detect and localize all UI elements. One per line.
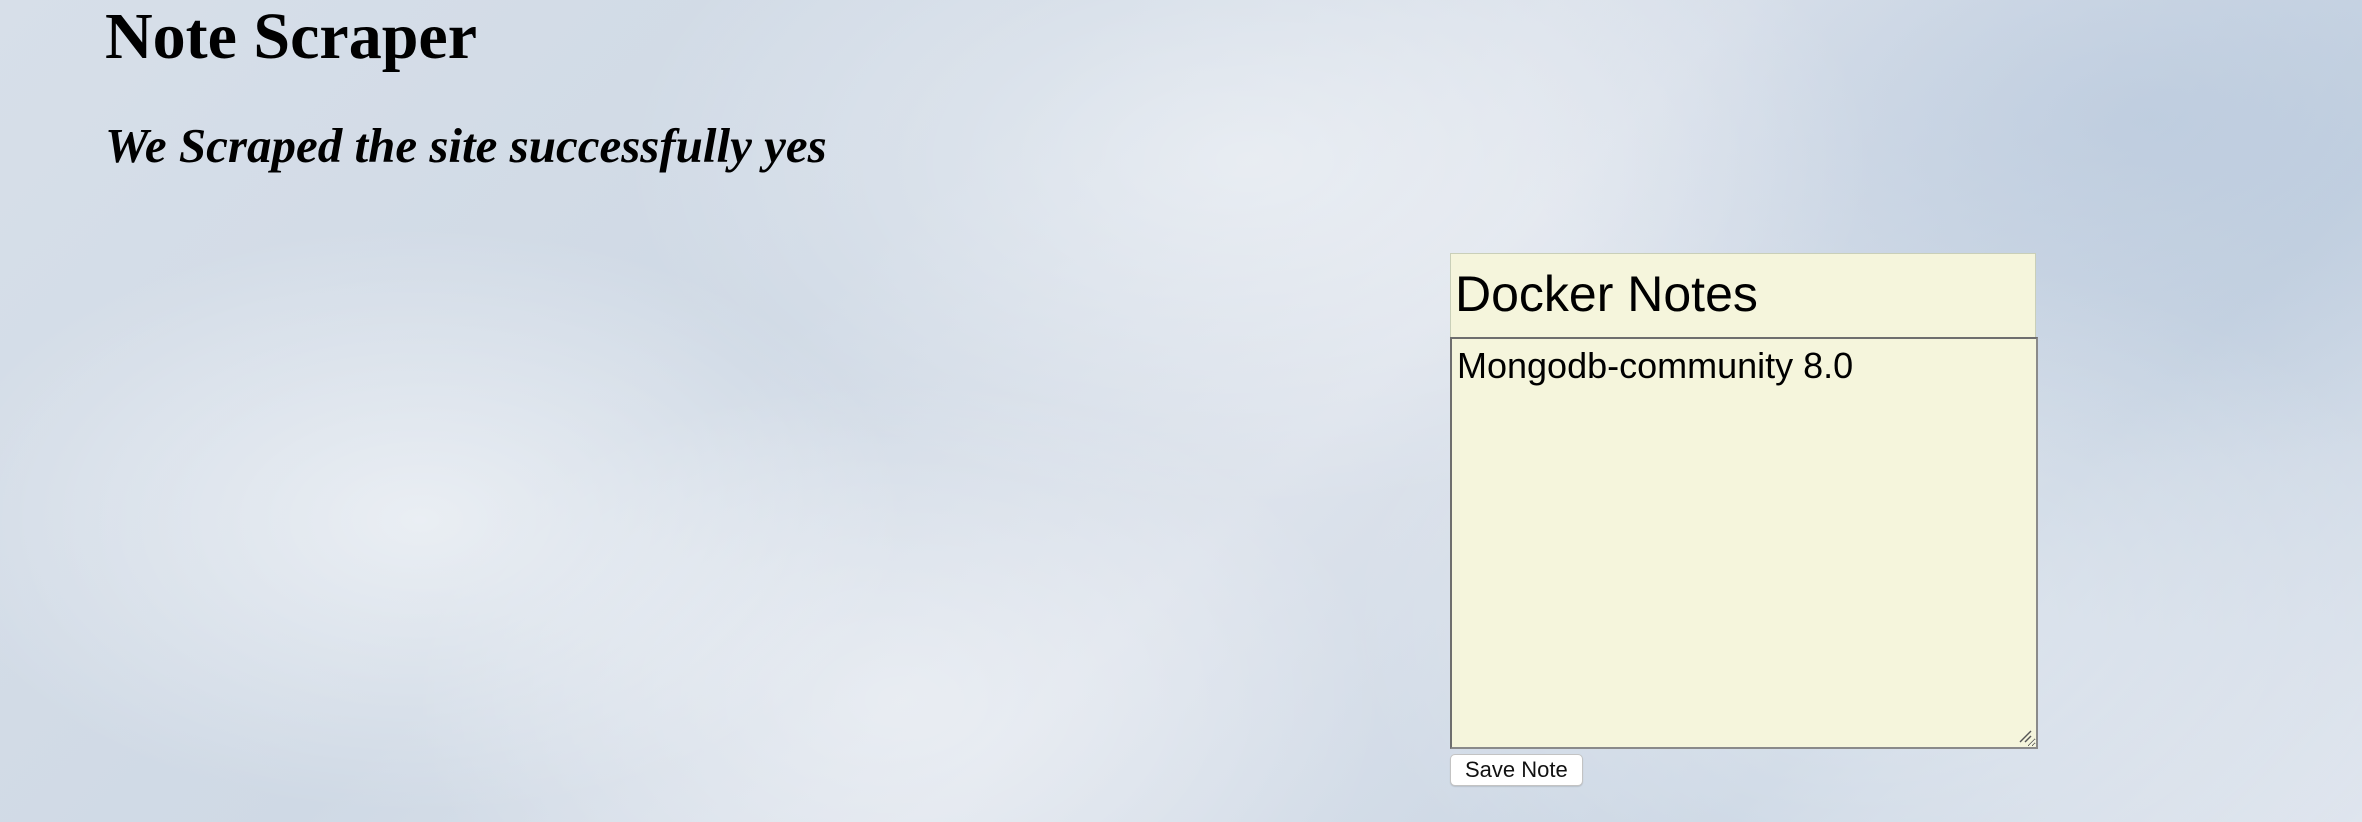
page-body: { "page": { "title": "Note Scraper", "st… xyxy=(0,0,2362,822)
page-title: Note Scraper xyxy=(105,0,478,73)
save-note-button[interactable]: Save Note xyxy=(1450,754,1583,786)
scrape-status-message: We Scraped the site successfully yes xyxy=(105,118,827,173)
note-title-field[interactable]: Docker Notes xyxy=(1450,253,2036,337)
note-body-textarea[interactable]: Mongodb-community 8.0 xyxy=(1450,337,2038,749)
